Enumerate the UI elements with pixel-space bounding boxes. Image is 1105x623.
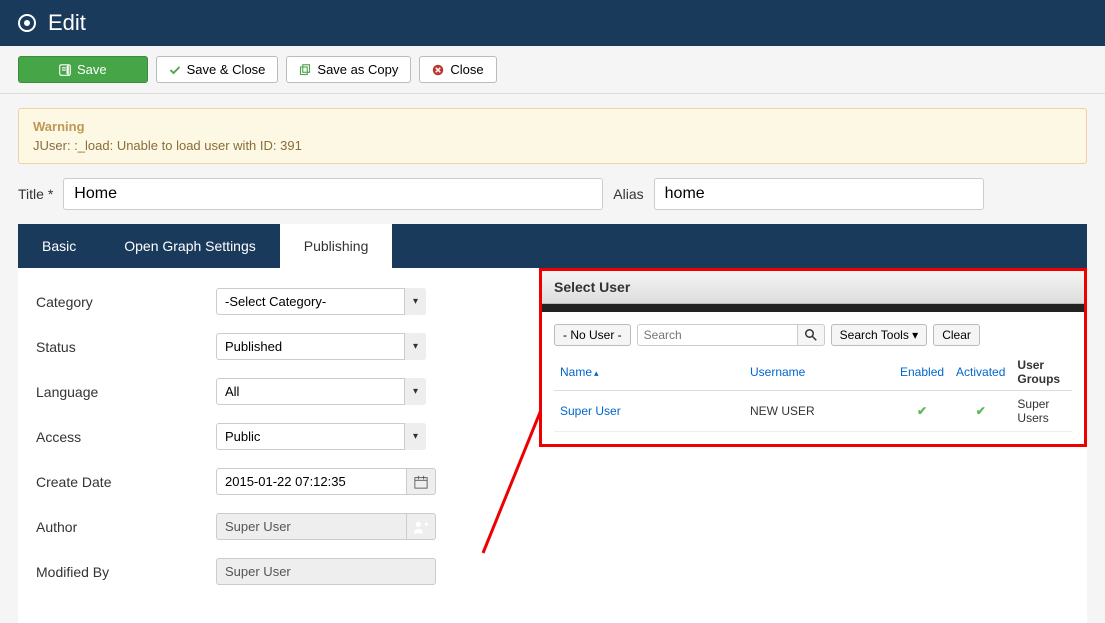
close-button[interactable]: Close [419,56,496,83]
user-groups: Super Users [1011,391,1072,432]
status-select[interactable] [216,333,426,360]
col-user-groups: User Groups [1011,354,1072,391]
action-toolbar: Save Save & Close Save as Copy Close [0,46,1105,94]
apply-icon [59,64,71,76]
alert-message: JUser: :_load: Unable to load user with … [33,138,1072,153]
language-label: Language [36,384,216,400]
tab-publishing[interactable]: Publishing [280,224,393,268]
user-search-input[interactable] [637,324,797,346]
col-username[interactable]: Username [744,354,894,391]
col-enabled[interactable]: Enabled [894,354,950,391]
sort-asc-icon: ▴ [594,368,599,378]
alias-input[interactable] [654,178,984,210]
no-user-button[interactable]: - No User - [554,324,631,346]
clear-button[interactable]: Clear [933,324,980,346]
user-name-link[interactable]: Super User [554,391,744,432]
user-username: NEW USER [744,391,894,432]
language-select[interactable] [216,378,426,405]
search-icon [805,329,817,341]
author-label: Author [36,519,216,535]
access-label: Access [36,429,216,445]
select-user-button[interactable] [406,513,436,540]
create-date-input[interactable] [216,468,406,495]
user-icon [413,520,429,534]
save-close-button[interactable]: Save & Close [156,56,279,83]
modified-by-label: Modified By [36,564,216,580]
title-input[interactable] [63,178,603,210]
publishing-panel: Category ▾ Status ▾ Language ▾ Access [18,268,1087,623]
alias-label: Alias [613,186,643,202]
status-label: Status [36,339,216,355]
title-label: Title * [18,186,53,202]
select-user-panel: Select User - No User - Search Tools ▾ C… [539,268,1087,447]
page-title: Edit [48,10,86,36]
warning-alert: Warning JUser: :_load: Unable to load us… [18,108,1087,164]
search-tools-button[interactable]: Search Tools ▾ [831,324,928,346]
check-icon: ✔ [976,404,986,418]
col-name[interactable]: Name▴ [554,354,744,391]
alert-title: Warning [33,119,1072,134]
category-label: Category [36,294,216,310]
category-select[interactable] [216,288,426,315]
tab-basic[interactable]: Basic [18,224,100,268]
tab-open-graph[interactable]: Open Graph Settings [100,224,280,268]
caret-down-icon: ▾ [912,328,918,342]
cancel-icon [432,64,444,76]
access-select[interactable] [216,423,426,450]
author-input [216,513,406,540]
modified-by-input [216,558,436,585]
save-button[interactable]: Save [18,56,148,83]
page-header: Edit [0,0,1105,46]
calendar-icon [414,475,428,489]
calendar-button[interactable] [406,468,436,495]
search-button[interactable] [797,324,825,346]
save-copy-button[interactable]: Save as Copy [286,56,411,83]
col-activated[interactable]: Activated [950,354,1011,391]
check-icon [169,64,181,76]
title-alias-row: Title * Alias [0,178,1105,224]
select-user-title: Select User [542,271,1084,304]
check-icon: ✔ [917,404,927,418]
modal-divider [542,304,1084,312]
user-table: Name▴ Username Enabled Activated User Gr… [554,354,1072,432]
target-icon [18,14,36,32]
create-date-label: Create Date [36,474,216,490]
tab-bar: Basic Open Graph Settings Publishing [18,224,1087,268]
copy-icon [299,64,311,76]
table-row: Super User NEW USER ✔ ✔ Super Users [554,391,1072,432]
